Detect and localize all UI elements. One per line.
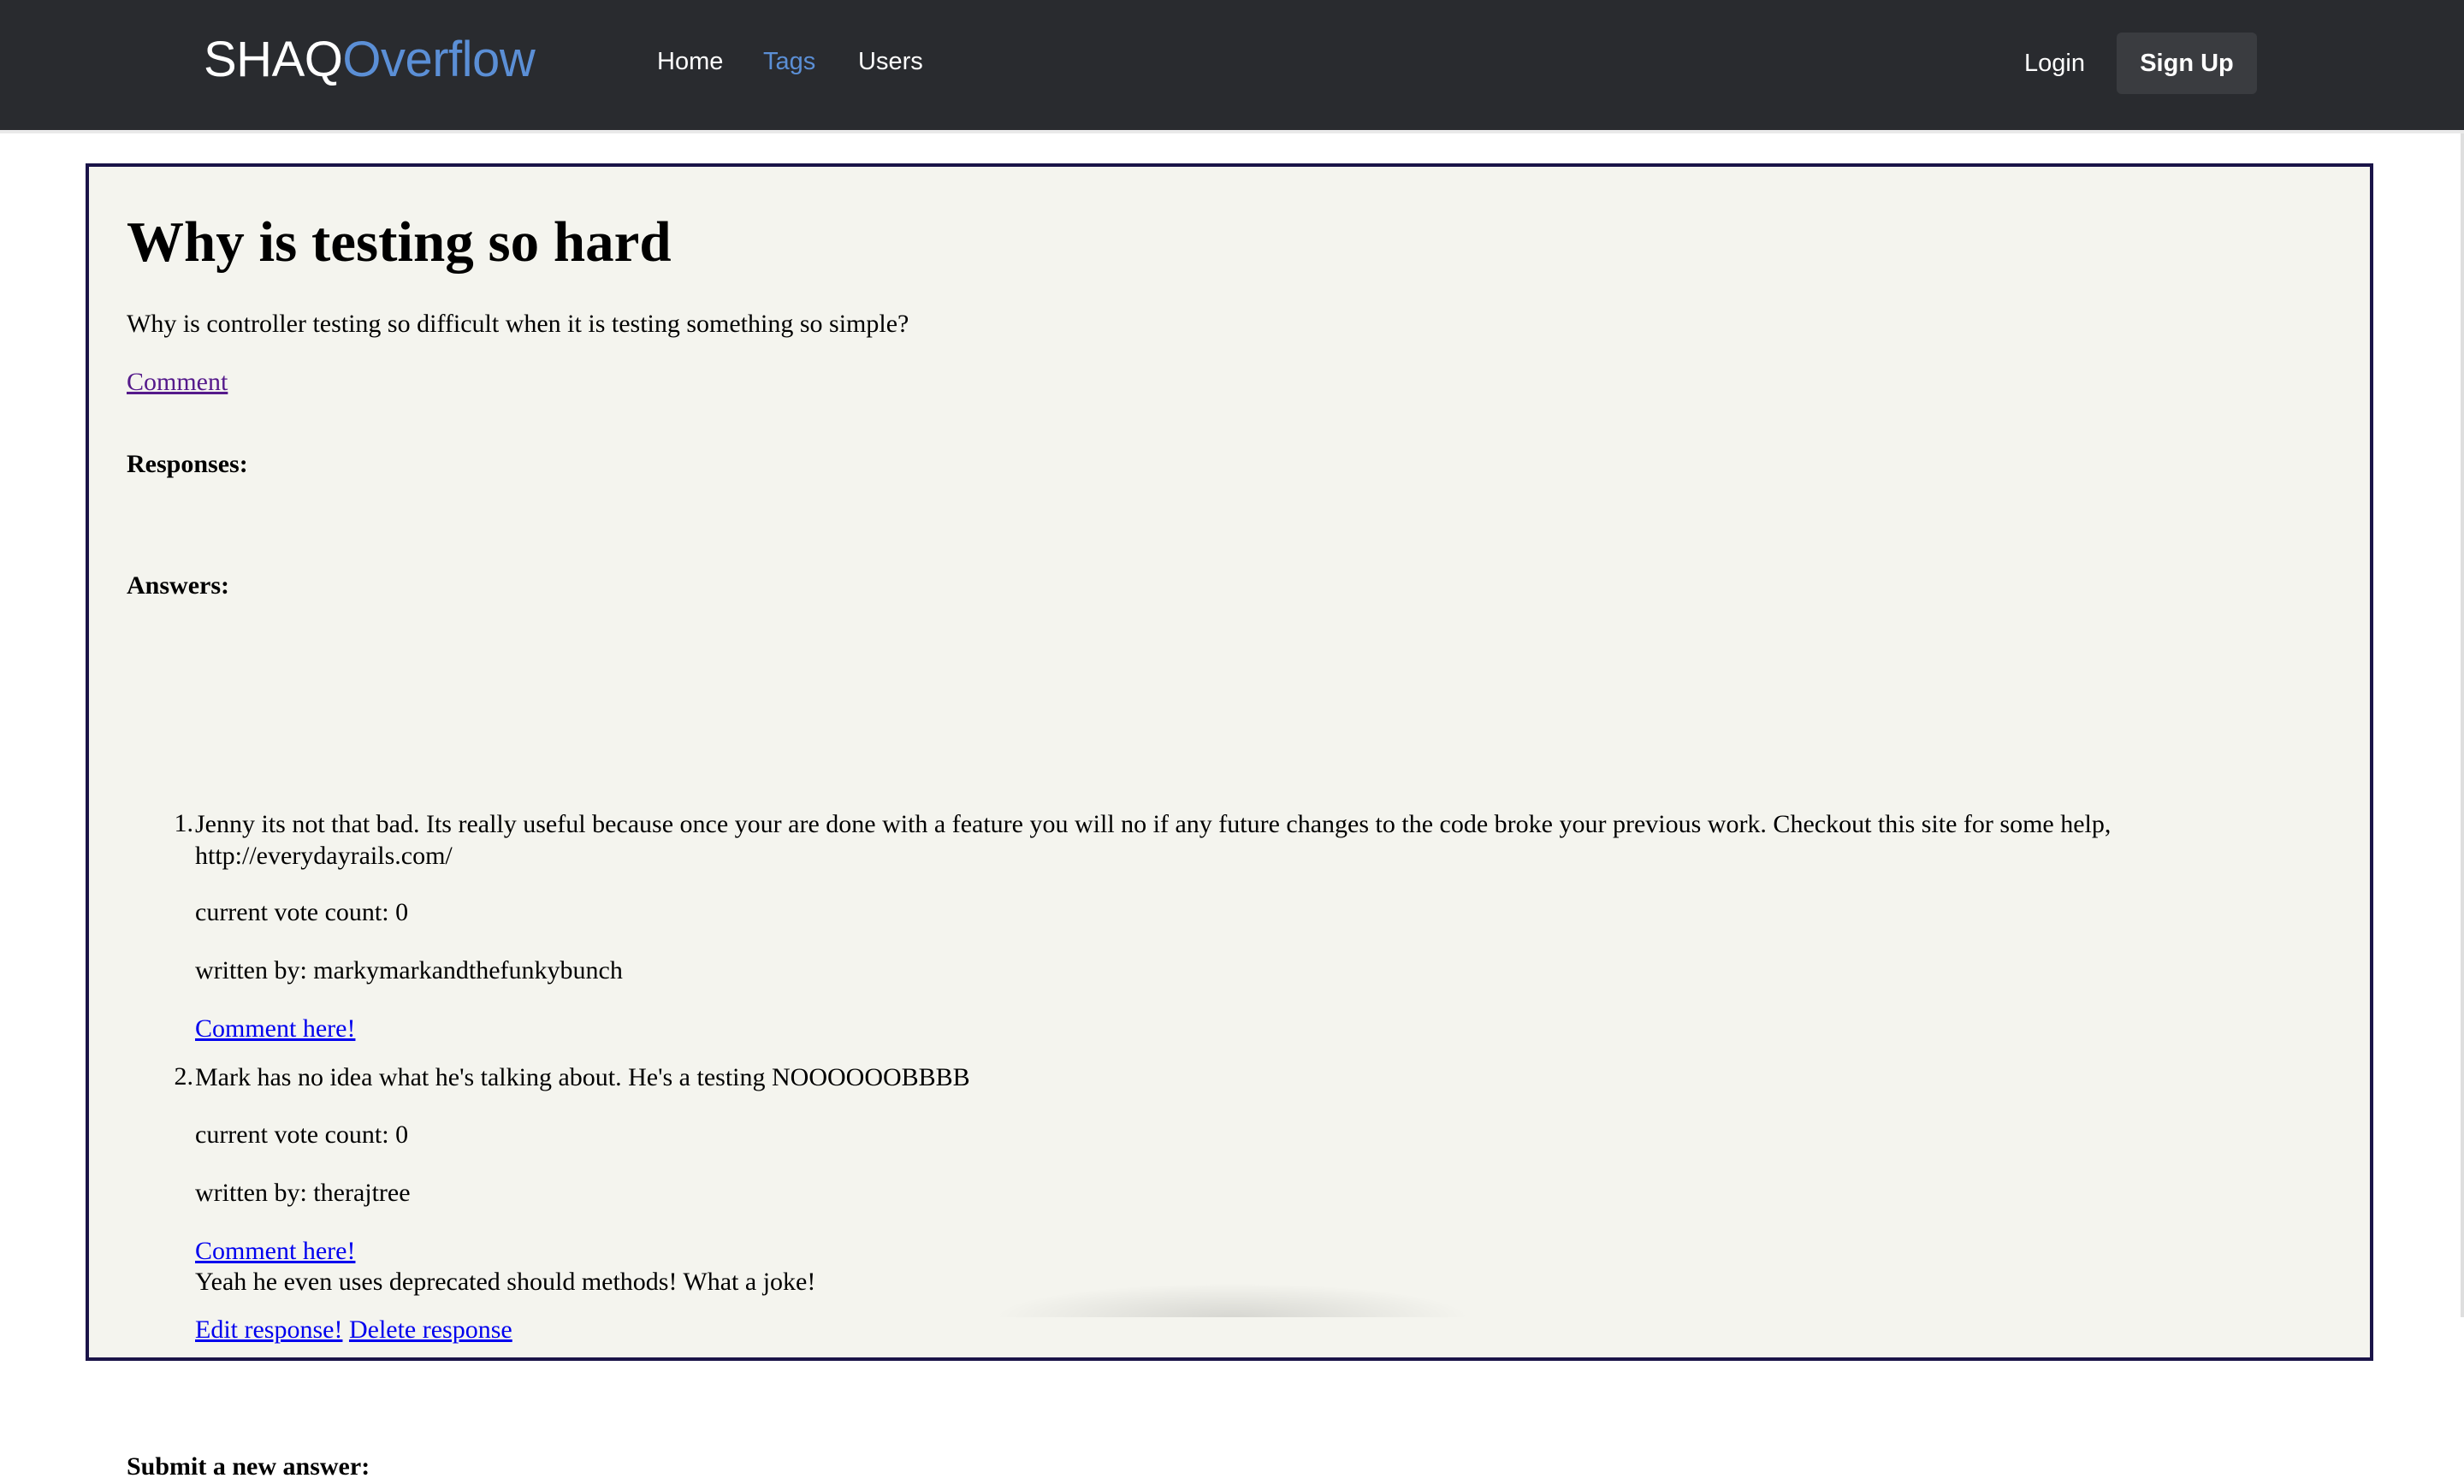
- top-navbar: SHAQOverflow Home Tags Users Login Sign …: [0, 0, 2464, 130]
- answer-body: Jenny its not that bad. Its really usefu…: [195, 810, 2112, 838]
- answer-number: 2.: [174, 1062, 194, 1091]
- answer-vote-count: current vote count: 0: [195, 1120, 409, 1149]
- answer-vote-count: current vote count: 0: [195, 898, 409, 926]
- nav-users-link[interactable]: Users: [858, 46, 923, 77]
- edit-response-link[interactable]: Edit response!: [195, 1315, 342, 1344]
- answer-comment-link[interactable]: Comment here!: [195, 1014, 355, 1043]
- answer-comment-link[interactable]: Comment here!: [195, 1237, 355, 1265]
- brand-main: SHAQ: [204, 32, 343, 87]
- question-body: Why is controller testing so difficult w…: [127, 310, 909, 338]
- brand-accent: Overflow: [342, 32, 536, 87]
- responses-heading: Responses:: [127, 450, 248, 478]
- answer-author: written by: markymarkandthefunkybunch: [195, 956, 623, 984]
- nav-tags-link[interactable]: Tags: [763, 46, 815, 77]
- submit-answer-heading: Submit a new answer:: [127, 1452, 370, 1481]
- answer-number: 1.: [174, 809, 194, 837]
- nav-home-link[interactable]: Home: [657, 46, 723, 77]
- login-button[interactable]: Login: [2024, 48, 2085, 79]
- navbar-divider: [0, 130, 2464, 133]
- signup-button[interactable]: Sign Up: [2117, 33, 2257, 94]
- question-panel: Why is testing so hard Why is controller…: [86, 163, 2373, 1481]
- question-title: Why is testing so hard: [127, 210, 672, 274]
- brand-logo[interactable]: SHAQOverflow: [204, 31, 536, 89]
- answer-body-url: http://everydayrails.com/: [195, 842, 453, 870]
- answers-heading: Answers:: [127, 571, 229, 600]
- overlay-shadow: [992, 1283, 1472, 1317]
- window-scrollbar-edge: [2461, 133, 2464, 1317]
- question-comment-link[interactable]: Comment: [127, 368, 228, 396]
- delete-response-link[interactable]: Delete response: [349, 1315, 512, 1344]
- answer-body: Mark has no idea what he's talking about…: [195, 1063, 970, 1091]
- answer-author: written by: therajtree: [195, 1179, 411, 1207]
